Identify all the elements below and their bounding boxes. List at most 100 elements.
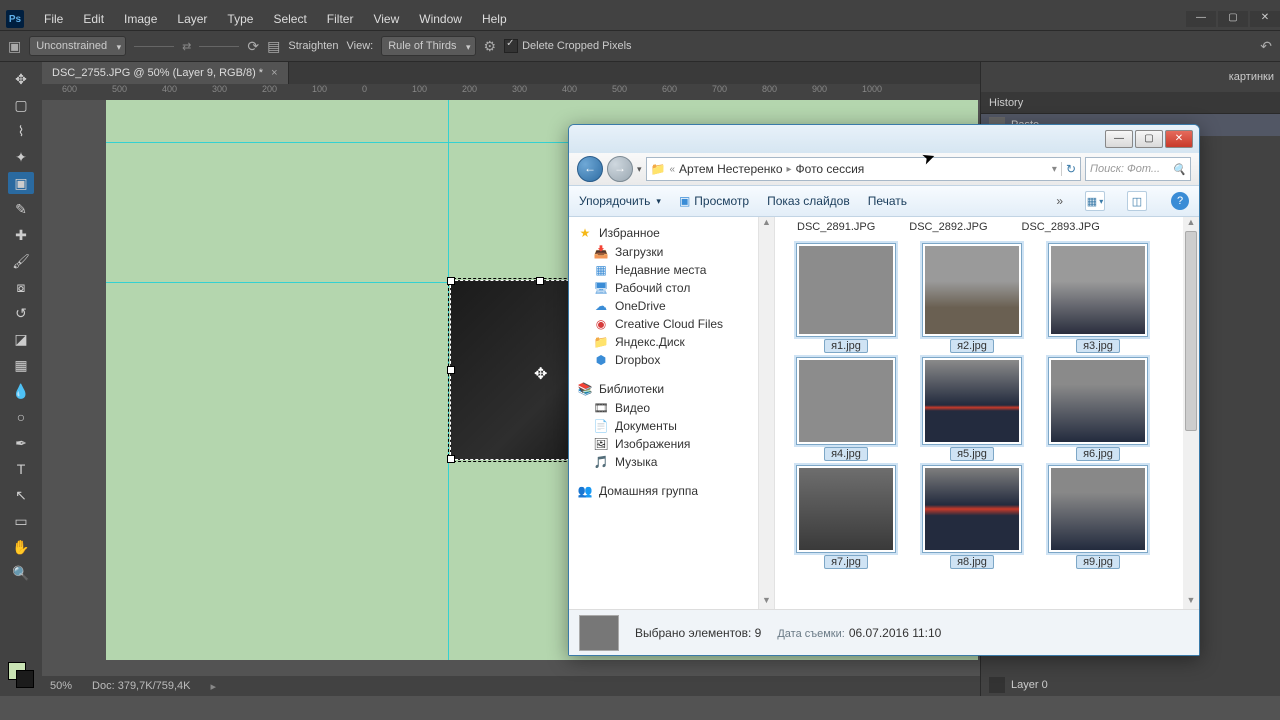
print-button[interactable]: Печать [868, 194, 907, 208]
blur-tool[interactable]: 💧 [8, 380, 34, 402]
reset-icon[interactable]: ↶ [1260, 38, 1272, 55]
menu-image[interactable]: Image [114, 12, 167, 26]
crop-tool[interactable]: ▣ [8, 172, 34, 194]
breadcrumb-1[interactable]: Артем Нестеренко [679, 162, 782, 176]
preview-button[interactable]: ▣Просмотр [679, 194, 749, 208]
dialog-minimize-button[interactable]: — [1105, 130, 1133, 148]
history-brush-tool[interactable]: ↺ [8, 302, 34, 324]
pen-tool[interactable]: ✒ [8, 432, 34, 454]
address-bar[interactable]: 📁 « Артем Нестеренко ▸ Фото сессия ▾ ↻ [646, 157, 1081, 181]
sidebar-desktop[interactable]: 🖥Рабочий стол [569, 279, 758, 297]
homegroup[interactable]: 👥Домашняя группа [569, 481, 758, 501]
organize-button[interactable]: Упорядочить [579, 194, 661, 208]
date-taken-value: 06.07.2016 11:10 [849, 626, 942, 640]
sidebar-documents[interactable]: 📄Документы [569, 417, 758, 435]
dialog-titlebar[interactable]: — ▢ ✕ [569, 125, 1199, 153]
sidebar-yandex[interactable]: 📁Яндекс.Диск [569, 333, 758, 351]
sidebar-pictures[interactable]: 🖼Изображения [569, 435, 758, 453]
zoom-label: 50% [50, 680, 72, 692]
gear-icon[interactable]: ⚙ [484, 38, 497, 55]
ruler-horizontal: 6005004003002001000100200300400500600700… [42, 84, 980, 100]
sidebar-scrollbar[interactable]: ▲ ▼ [759, 217, 775, 609]
wand-tool[interactable]: ✦ [8, 146, 34, 168]
menu-select[interactable]: Select [263, 12, 316, 26]
file-item[interactable]: я9.jpg [1041, 465, 1155, 569]
eyedropper-tool[interactable]: ✎ [8, 198, 34, 220]
dialog-maximize-button[interactable]: ▢ [1135, 130, 1163, 148]
rotate-icon[interactable]: ⟳ [247, 38, 259, 55]
straighten-button[interactable]: Straighten [288, 40, 338, 52]
file-item[interactable]: я2.jpg [915, 243, 1029, 353]
layer-entry[interactable]: Layer 0 [981, 674, 1280, 696]
libraries-group[interactable]: 📚Библиотеки [569, 379, 758, 399]
stamp-tool[interactable]: ⧇ [8, 276, 34, 298]
sidebar-recent[interactable]: ▦Недавние места [569, 261, 758, 279]
forward-button[interactable]: → [607, 156, 633, 182]
file-item[interactable]: я8.jpg [915, 465, 1029, 569]
preview-pane-button[interactable]: ◫ [1127, 191, 1147, 211]
menu-view[interactable]: View [363, 12, 409, 26]
file-item[interactable]: я4.jpg [789, 357, 903, 461]
close-tab-icon[interactable]: × [271, 67, 277, 79]
ps-close-button[interactable]: ✕ [1250, 11, 1280, 27]
sidebar-downloads[interactable]: 📥Загрузки [569, 243, 758, 261]
breadcrumb-2[interactable]: Фото сессия [796, 162, 865, 176]
file-item[interactable]: я7.jpg [789, 465, 903, 569]
overlay-combo[interactable]: Rule of Thirds [381, 36, 475, 56]
favorites-group[interactable]: ★Избранное [569, 223, 758, 243]
brush-tool[interactable]: 🖌 [8, 250, 34, 272]
move-tool[interactable]: ✥ [8, 68, 34, 90]
view-mode-button[interactable]: ▦▾ [1085, 191, 1105, 211]
menu-file[interactable]: File [34, 12, 73, 26]
delete-cropped-label: Delete Cropped Pixels [522, 40, 631, 52]
menu-type[interactable]: Type [217, 12, 263, 26]
menubar: Ps File Edit Image Layer Type Select Fil… [0, 8, 1280, 30]
app-logo: Ps [6, 10, 24, 28]
type-tool[interactable]: T [8, 458, 34, 480]
date-taken-label: Дата съемки: [777, 628, 844, 640]
help-button[interactable]: ? [1171, 192, 1189, 210]
menu-help[interactable]: Help [472, 12, 517, 26]
marquee-tool[interactable]: ▢ [8, 94, 34, 116]
ps-maximize-button[interactable]: ▢ [1218, 11, 1248, 27]
menu-window[interactable]: Window [409, 12, 472, 26]
ps-minimize-button[interactable]: — [1186, 11, 1216, 27]
refresh-icon[interactable]: ↻ [1061, 162, 1076, 176]
eraser-tool[interactable]: ◪ [8, 328, 34, 350]
file-item[interactable]: я1.jpg [789, 243, 903, 353]
document-tab[interactable]: DSC_2755.JPG @ 50% (Layer 9, RGB/8) *× [42, 62, 289, 84]
back-button[interactable]: ← [577, 156, 603, 182]
breadcrumb-sep: « [669, 164, 675, 175]
zoom-tool[interactable]: 🔍 [8, 562, 34, 584]
slideshow-button[interactable]: Показ слайдов [767, 194, 850, 208]
files-scrollbar[interactable]: ▲ ▼ [1183, 217, 1199, 609]
file-item[interactable]: я5.jpg [915, 357, 1029, 461]
lasso-tool[interactable]: ⌇ [8, 120, 34, 142]
heal-tool[interactable]: ✚ [8, 224, 34, 246]
shape-tool[interactable]: ▭ [8, 510, 34, 532]
history-panel-tab[interactable]: History [981, 92, 1280, 114]
dodge-tool[interactable]: ○ [8, 406, 34, 428]
workspace-combo[interactable]: картинки [1229, 71, 1274, 83]
file-item[interactable]: я3.jpg [1041, 243, 1155, 353]
sidebar-music[interactable]: 🎵Музыка [569, 453, 758, 471]
gradient-tool[interactable]: ▦ [8, 354, 34, 376]
menu-edit[interactable]: Edit [73, 12, 114, 26]
sidebar-videos[interactable]: 🎞Видео [569, 399, 758, 417]
straighten-icon[interactable]: ▤ [267, 38, 280, 55]
selected-count: Выбрано элементов: 9 [635, 626, 761, 640]
color-swatch[interactable] [8, 662, 34, 688]
file-item[interactable]: я6.jpg [1041, 357, 1155, 461]
sidebar-cc[interactable]: ◉Creative Cloud Files [569, 315, 758, 333]
sidebar-dropbox[interactable]: ⬢Dropbox [569, 351, 758, 369]
dialog-close-button[interactable]: ✕ [1165, 130, 1193, 148]
delete-cropped-checkbox[interactable] [504, 39, 518, 53]
aspect-ratio-combo[interactable]: Unconstrained [29, 36, 126, 56]
sidebar-onedrive[interactable]: ☁OneDrive [569, 297, 758, 315]
hand-tool[interactable]: ✋ [8, 536, 34, 558]
search-input[interactable]: Поиск: Фот...🔍 [1085, 157, 1191, 181]
path-tool[interactable]: ↖ [8, 484, 34, 506]
menu-layer[interactable]: Layer [167, 12, 217, 26]
overflow-button[interactable]: » [1056, 194, 1063, 208]
menu-filter[interactable]: Filter [317, 12, 364, 26]
